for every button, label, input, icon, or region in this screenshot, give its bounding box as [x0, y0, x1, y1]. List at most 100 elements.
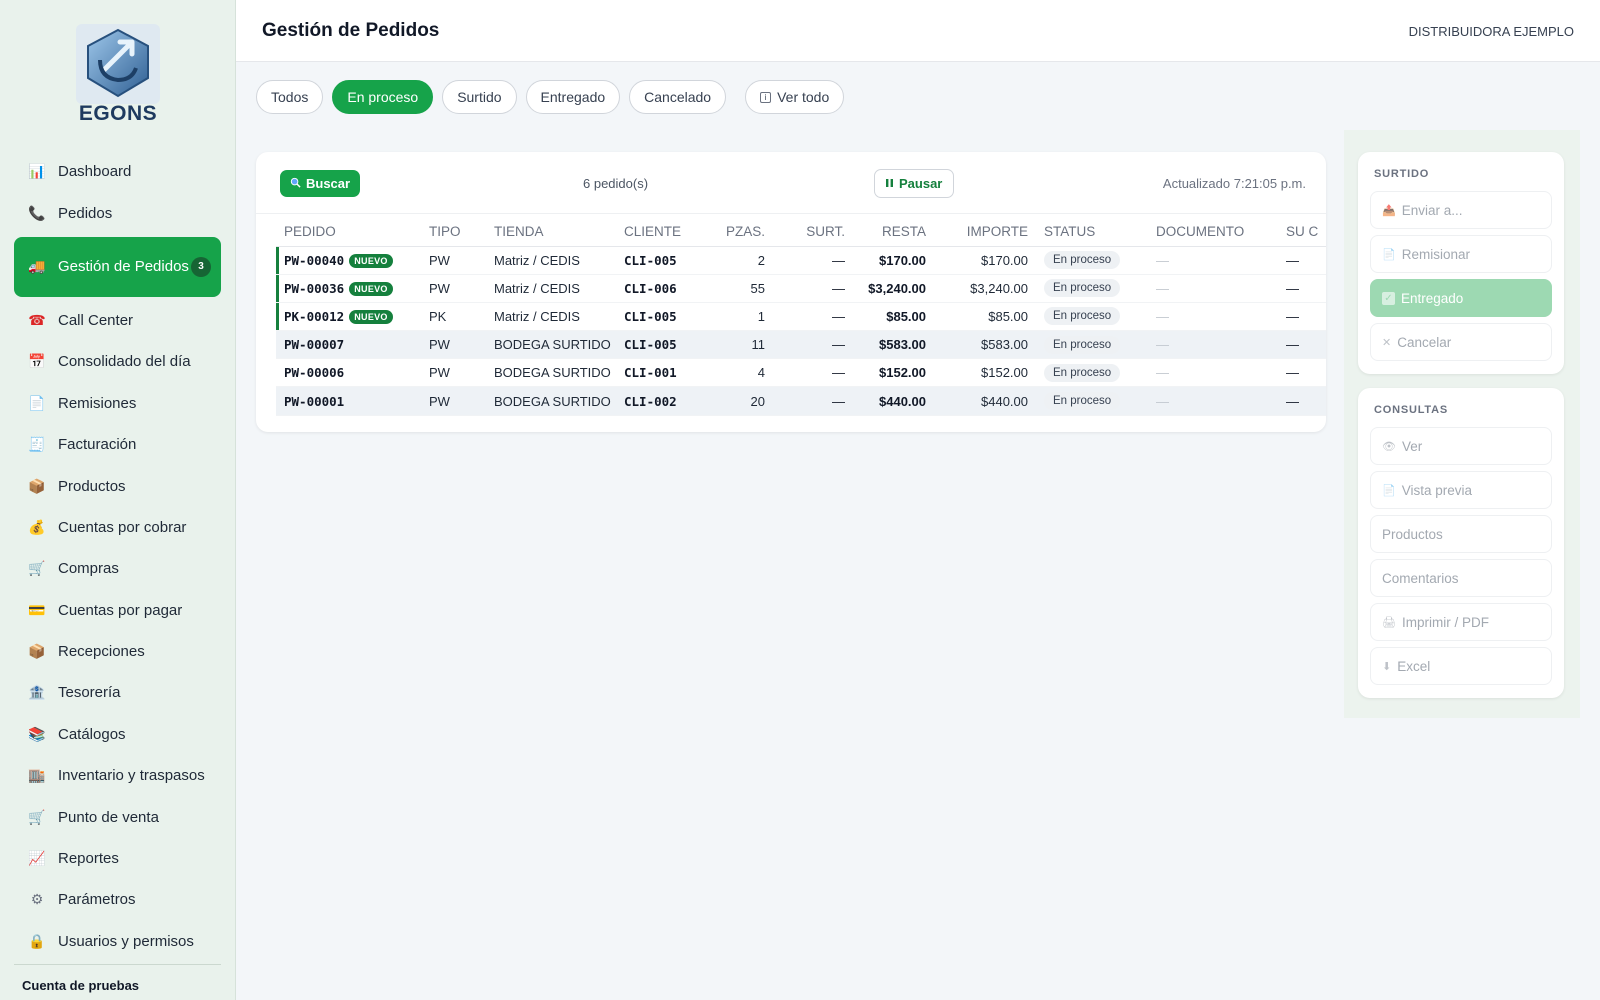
search-button[interactable]: Buscar — [280, 170, 361, 197]
column-header[interactable]: SURT. — [773, 218, 853, 247]
surtido-cancelar-button[interactable]: ✕ Cancelar — [1370, 323, 1552, 361]
column-header[interactable]: TIPO — [421, 218, 486, 247]
company-name[interactable]: DISTRIBUIDORA EJEMPLO — [1409, 24, 1574, 39]
cell-documento: — — [1148, 358, 1278, 388]
status-filter-bar: Todos En proceso Surtido Entregado Cancelado… — [256, 80, 845, 114]
resta-value: $583.00 — [879, 337, 926, 353]
sidebar-item-reportes[interactable]: 📈 Reportes — [14, 838, 221, 879]
cell-resta: $85.00 — [853, 302, 934, 332]
action-label: Vista previa — [1401, 482, 1472, 498]
view-all-button[interactable]: i Ver todo — [745, 80, 845, 114]
sidebar-item-compras[interactable]: 🛒 Compras — [14, 548, 221, 589]
surtido-remisionar-button[interactable]: 📄 Remisionar — [1370, 235, 1552, 273]
table-row[interactable]: PW-00006 PW BODEGA SURTIDO CLI-001 4 — $152.00… — [276, 358, 1326, 388]
column-header[interactable]: PEDIDO — [276, 218, 421, 247]
sidebar-item-tesoreria[interactable]: 🏦 Tesorería — [14, 672, 221, 713]
brand-logo[interactable]: EGONS — [66, 20, 170, 132]
sidebar-item-gestion-de-pedidos[interactable]: 🚚 Gestión de Pedidos 3 — [14, 236, 221, 297]
sidebar-item-remisiones[interactable]: 📄 Remisiones — [14, 383, 221, 424]
top-header: Gestión de Pedidos DISTRIBUIDORA EJEMPLO — [236, 0, 1600, 62]
cell-cliente: CLI-002 — [616, 386, 716, 416]
column-header[interactable]: PZAS. — [716, 218, 773, 247]
sidebar-item-facturacion[interactable]: 🧾 Facturación — [14, 424, 221, 465]
sidebar-item-usuarios-y-permisos[interactable]: 🔒 Usuarios y permisos — [14, 921, 221, 962]
sidebar-item-cuentas-por-pagar[interactable]: 💳 Cuentas por pagar — [14, 590, 221, 631]
surtido-enviar-a-button[interactable]: 📤 Enviar a... — [1370, 191, 1552, 229]
cell-pedido: PW-00001 — [276, 386, 421, 416]
table-row[interactable]: PW-00040 NUEVO PW Matriz / CEDIS CLI-005 2 — $1… — [276, 246, 1326, 275]
table-row[interactable]: PW-00007 PW BODEGA SURTIDO CLI-005 11 — $583.0… — [276, 330, 1326, 360]
books-icon: 📚 — [28, 725, 46, 742]
pedido-value: PK-00012 — [284, 308, 345, 324]
consultas-excel-button[interactable]: ⬇ Excel — [1370, 647, 1552, 685]
surt-value: — — [832, 252, 845, 268]
document-icon: 📄 — [1382, 248, 1396, 261]
sidebar-item-label: Usuarios y permisos — [58, 932, 194, 950]
column-header[interactable]: DOCUMENTO — [1148, 218, 1278, 247]
action-label: Comentarios — [1382, 570, 1459, 586]
status-value: En proceso — [1044, 363, 1121, 382]
sidebar-item-inventario-y-traspasos[interactable]: 🏬 Inventario y traspasos — [14, 755, 221, 796]
consultas-comentarios-button[interactable]: Comentarios — [1370, 559, 1552, 597]
table-row[interactable]: PW-00036 NUEVO PW Matriz / CEDIS CLI-006 55 — $… — [276, 274, 1326, 303]
cell-surt: — — [773, 330, 853, 360]
receipt-icon: 🧾 — [28, 436, 46, 453]
column-header[interactable]: RESTA — [853, 218, 934, 247]
sidebar-item-productos[interactable]: 📦 Productos — [14, 465, 221, 506]
column-header[interactable]: CLIENTE — [616, 218, 716, 247]
new-badge: NUEVO — [349, 281, 393, 296]
tienda-value: Matriz / CEDIS — [494, 252, 580, 268]
surtido-entregado-button[interactable]: ✓ Entregado — [1370, 279, 1552, 317]
table-row[interactable]: PK-00012 NUEVO PK Matriz / CEDIS CLI-005 1 — $8… — [276, 302, 1326, 332]
table-row[interactable]: PW-00001 PW BODEGA SURTIDO CLI-002 20 — $440.0… — [276, 386, 1326, 416]
cart-icon: 🛒 — [28, 560, 46, 577]
action-label: Enviar a... — [1401, 202, 1463, 218]
pause-button[interactable]: Pausar — [874, 169, 955, 198]
sidebar-item-pedidos[interactable]: 📞 Pedidos — [14, 192, 221, 233]
resta-value: $170.00 — [879, 252, 926, 268]
surt-value: — — [832, 337, 845, 353]
view-all-label: Ver todo — [777, 89, 830, 105]
sidebar-item-recepciones[interactable]: 📦 Recepciones — [14, 631, 221, 672]
cell-pedido: PW-00007 — [276, 330, 421, 360]
su-value: — — [1286, 337, 1299, 353]
cell-documento: — — [1148, 330, 1278, 360]
account-name[interactable]: Cuenta de pruebas — [22, 978, 139, 993]
cell-cliente: CLI-005 — [616, 330, 716, 360]
consultas-vista-previa-button[interactable]: 📄 Vista previa — [1370, 471, 1552, 509]
filter-todos[interactable]: Todos — [256, 80, 324, 114]
filter-en-proceso[interactable]: En proceso — [332, 80, 434, 114]
filter-cancelado[interactable]: Cancelado — [629, 80, 727, 114]
documento-value: — — [1156, 280, 1169, 296]
column-header[interactable]: IMPORTE — [934, 218, 1036, 247]
calendar-icon: 📅 — [28, 353, 46, 370]
sidebar-item-call-center[interactable]: ☎ Call Center — [14, 300, 221, 341]
sidebar-item-consolidado-del-dia[interactable]: 📅 Consolidado del día — [14, 341, 221, 382]
sidebar-item-punto-de-venta[interactable]: 🛒 Punto de venta — [14, 796, 221, 837]
cliente-value: CLI-005 — [624, 337, 677, 353]
filter-entregado[interactable]: Entregado — [525, 80, 621, 114]
sidebar-item-cuentas-por-cobrar[interactable]: 💰 Cuentas por cobrar — [14, 507, 221, 548]
sidebar-item-dashboard[interactable]: 📊 Dashboard — [14, 151, 221, 192]
column-header[interactable]: SU C — [1278, 218, 1326, 247]
sidebar-item-parametros[interactable]: ⚙ Parámetros — [14, 879, 221, 920]
column-header[interactable]: STATUS — [1036, 218, 1148, 247]
sidebar-item-label: Inventario y traspasos — [58, 767, 205, 785]
cell-importe: $170.00 — [934, 246, 1036, 275]
column-header[interactable]: TIENDA — [486, 218, 616, 247]
tienda-value: Matriz / CEDIS — [494, 308, 580, 324]
consultas-productos-button[interactable]: Productos — [1370, 515, 1552, 553]
sidebar-item-catalogos[interactable]: 📚 Catálogos — [14, 714, 221, 755]
consultas-ver-button[interactable]: 👁 Ver — [1370, 427, 1552, 465]
cell-status: En proceso — [1036, 274, 1148, 303]
telephone-icon: ☎ — [28, 311, 46, 328]
pzas-value: 1 — [757, 308, 765, 324]
filter-surtido[interactable]: Surtido — [442, 80, 517, 114]
sidebar-item-label: Pedidos — [58, 204, 113, 222]
consultas-imprimir-pdf-button[interactable]: 🖨 Imprimir / PDF — [1370, 603, 1552, 641]
cell-surt: — — [773, 246, 853, 275]
cell-resta: $170.00 — [853, 246, 934, 275]
surtido-card: SURTIDO 📤 Enviar a... 📄 Remisionar ✓ Entregad… — [1358, 152, 1564, 374]
pzas-value: 2 — [757, 252, 765, 268]
sidebar-item-label: Reportes — [58, 850, 119, 868]
